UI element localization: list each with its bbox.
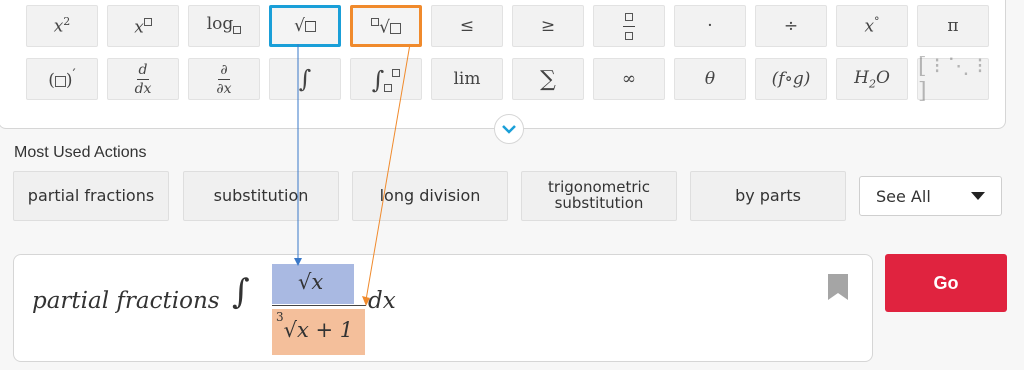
- go-button[interactable]: Go: [885, 254, 1007, 312]
- key-theta[interactable]: θ: [674, 58, 746, 100]
- key-degree[interactable]: x°: [836, 5, 908, 47]
- key-divide[interactable]: ÷: [755, 5, 827, 47]
- action-trigonometric-substitution[interactable]: trigonometric substitution: [521, 171, 677, 221]
- key-limit[interactable]: lim: [431, 58, 503, 100]
- numerator-sqrt-x: √x: [298, 270, 324, 294]
- key-x-squared[interactable]: x2: [26, 5, 98, 47]
- math-keypad: x2 x log √ √ ≤ ≥ · ÷ x° π ()′ d dx ∂ ∂x ∫ …: [0, 0, 1006, 129]
- key-d-dx[interactable]: d dx: [107, 58, 179, 100]
- key-cdot[interactable]: ·: [674, 5, 746, 47]
- bookmark-icon[interactable]: [828, 274, 848, 304]
- key-x-power[interactable]: x: [107, 5, 179, 47]
- key-composition[interactable]: (f∘g): [755, 58, 827, 100]
- action-by-parts[interactable]: by parts: [690, 171, 846, 221]
- chevron-down-icon: [502, 125, 516, 134]
- key-greater-equal[interactable]: ≥: [512, 5, 584, 47]
- key-derivative-prime[interactable]: ()′: [26, 58, 98, 100]
- key-chemistry[interactable]: H2O: [836, 58, 908, 100]
- key-matrix[interactable]: [ ⁝ ⋱ ⁝ ]: [917, 54, 989, 104]
- see-all-dropdown[interactable]: See All: [859, 176, 1002, 216]
- key-sum[interactable]: ∑: [512, 58, 584, 100]
- key-partial-derivative[interactable]: ∂ ∂x: [188, 58, 260, 100]
- input-prefix: partial fractions: [32, 288, 220, 314]
- key-pi[interactable]: π: [917, 5, 989, 47]
- denominator-cube-root: 3√x + 1: [276, 310, 354, 342]
- differential-dx: dx: [368, 288, 396, 314]
- caret-down-icon: [971, 192, 985, 200]
- action-substitution[interactable]: substitution: [183, 171, 339, 221]
- see-all-label: See All: [876, 186, 931, 206]
- key-integral[interactable]: ∫: [269, 58, 341, 100]
- expand-keypad-button[interactable]: [494, 114, 524, 144]
- key-sqrt[interactable]: √: [269, 5, 341, 47]
- key-less-equal[interactable]: ≤: [431, 5, 503, 47]
- action-long-division[interactable]: long division: [352, 171, 508, 221]
- key-definite-integral[interactable]: ∫: [350, 58, 422, 100]
- key-log-base[interactable]: log: [188, 5, 260, 47]
- key-fraction[interactable]: [593, 5, 665, 47]
- fraction-bar: [272, 305, 366, 306]
- most-used-actions-title: Most Used Actions: [14, 144, 147, 161]
- key-infinity[interactable]: ∞: [593, 58, 665, 100]
- key-nth-root[interactable]: √: [350, 5, 422, 47]
- integral-symbol: ∫: [232, 272, 250, 312]
- action-partial-fractions[interactable]: partial fractions: [13, 171, 169, 221]
